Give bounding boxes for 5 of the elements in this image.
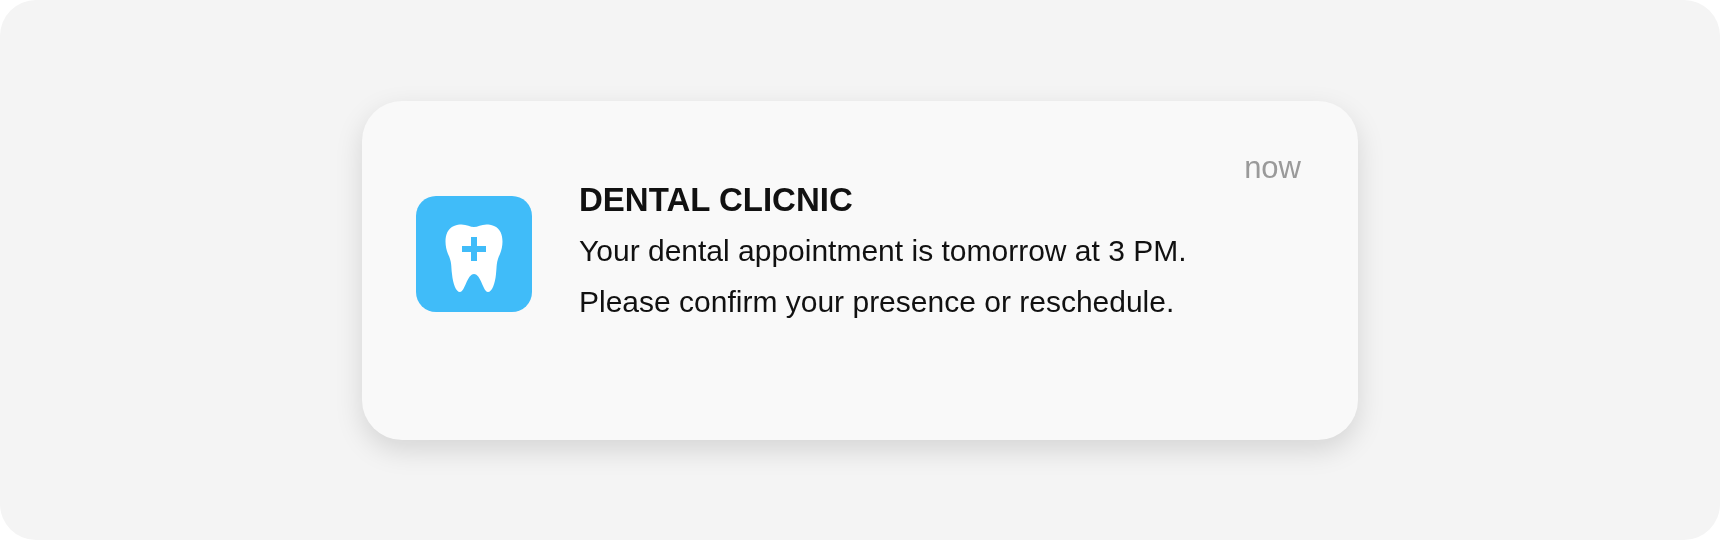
notification-card[interactable]: DENTAL CLICNIC Your dental appointment is tomorrow at 3 PM. Please confirm your presence or reschedule. now: [362, 100, 1358, 440]
tooth-icon: [416, 195, 532, 312]
app-name: DENTAL CLICNIC: [579, 180, 854, 219]
notification-message: Your dental appointment is tomorrow at 3 PM. Please confirm your presence or reschedule.: [579, 232, 1188, 320]
notification-time: now: [1244, 148, 1301, 187]
